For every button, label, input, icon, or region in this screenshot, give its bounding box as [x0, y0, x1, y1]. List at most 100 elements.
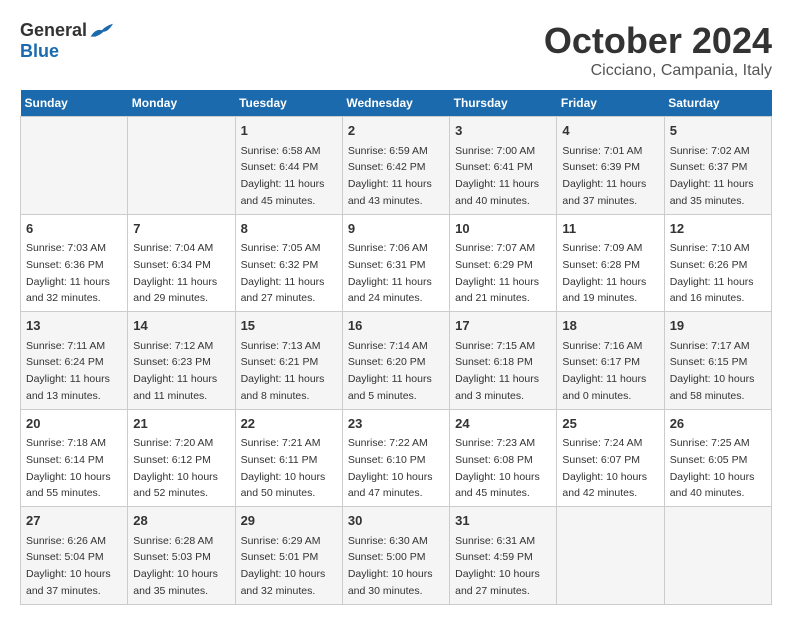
- calendar-day-cell: 17 Sunrise: 7:15 AM Sunset: 6:18 PM Dayli…: [450, 312, 557, 410]
- calendar-week-row: 20 Sunrise: 7:18 AM Sunset: 6:14 PM Dayli…: [21, 409, 772, 507]
- logo-blue-text: Blue: [20, 41, 59, 62]
- day-number: 17: [455, 316, 551, 336]
- day-number: 31: [455, 511, 551, 531]
- day-info: Sunrise: 6:31 AM Sunset: 4:59 PM Dayligh…: [455, 535, 540, 597]
- calendar-day-cell: 30 Sunrise: 6:30 AM Sunset: 5:00 PM Dayli…: [342, 507, 449, 605]
- logo: General Blue: [20, 20, 113, 62]
- day-number: 30: [348, 511, 444, 531]
- day-info: Sunrise: 7:05 AM Sunset: 6:32 PM Dayligh…: [241, 242, 325, 304]
- day-of-week-header: Monday: [128, 90, 235, 117]
- day-number: 19: [670, 316, 766, 336]
- day-info: Sunrise: 6:26 AM Sunset: 5:04 PM Dayligh…: [26, 535, 111, 597]
- header-row: SundayMondayTuesdayWednesdayThursdayFrid…: [21, 90, 772, 117]
- day-of-week-header: Thursday: [450, 90, 557, 117]
- day-info: Sunrise: 7:02 AM Sunset: 6:37 PM Dayligh…: [670, 145, 754, 207]
- day-number: 1: [241, 121, 337, 141]
- calendar-day-cell: 1 Sunrise: 6:58 AM Sunset: 6:44 PM Daylig…: [235, 117, 342, 215]
- day-number: 16: [348, 316, 444, 336]
- day-info: Sunrise: 7:14 AM Sunset: 6:20 PM Dayligh…: [348, 340, 432, 402]
- calendar-day-cell: 26Sunrise: 7:25 AM Sunset: 6:05 PM Dayli…: [664, 409, 771, 507]
- day-info: Sunrise: 7:11 AM Sunset: 6:24 PM Dayligh…: [26, 340, 110, 402]
- day-number: 13: [26, 316, 122, 336]
- calendar-week-row: 27 Sunrise: 6:26 AM Sunset: 5:04 PM Dayli…: [21, 507, 772, 605]
- day-info: Sunrise: 7:07 AM Sunset: 6:29 PM Dayligh…: [455, 242, 539, 304]
- calendar-week-row: 1 Sunrise: 6:58 AM Sunset: 6:44 PM Daylig…: [21, 117, 772, 215]
- day-info: Sunrise: 7:13 AM Sunset: 6:21 PM Dayligh…: [241, 340, 325, 402]
- day-info: Sunrise: 7:03 AM Sunset: 6:36 PM Dayligh…: [26, 242, 110, 304]
- calendar-day-cell: 21 Sunrise: 7:20 AM Sunset: 6:12 PM Dayli…: [128, 409, 235, 507]
- day-number: 20: [26, 414, 122, 434]
- day-info: Sunrise: 7:25 AM Sunset: 6:05 PM Dayligh…: [670, 437, 755, 499]
- calendar-day-cell: 8 Sunrise: 7:05 AM Sunset: 6:32 PM Daylig…: [235, 214, 342, 312]
- day-info: Sunrise: 6:58 AM Sunset: 6:44 PM Dayligh…: [241, 145, 325, 207]
- calendar-day-cell: 31 Sunrise: 6:31 AM Sunset: 4:59 PM Dayli…: [450, 507, 557, 605]
- day-info: Sunrise: 7:09 AM Sunset: 6:28 PM Dayligh…: [562, 242, 646, 304]
- day-of-week-header: Wednesday: [342, 90, 449, 117]
- calendar-table: SundayMondayTuesdayWednesdayThursdayFrid…: [20, 90, 772, 605]
- day-number: 15: [241, 316, 337, 336]
- calendar-day-cell: [557, 507, 664, 605]
- day-info: Sunrise: 7:10 AM Sunset: 6:26 PM Dayligh…: [670, 242, 754, 304]
- day-number: 29: [241, 511, 337, 531]
- day-info: Sunrise: 7:23 AM Sunset: 6:08 PM Dayligh…: [455, 437, 540, 499]
- calendar-day-cell: 9Sunrise: 7:06 AM Sunset: 6:31 PM Daylig…: [342, 214, 449, 312]
- calendar-day-cell: 13 Sunrise: 7:11 AM Sunset: 6:24 PM Dayli…: [21, 312, 128, 410]
- calendar-day-cell: [128, 117, 235, 215]
- day-of-week-header: Tuesday: [235, 90, 342, 117]
- calendar-day-cell: 25Sunrise: 7:24 AM Sunset: 6:07 PM Dayli…: [557, 409, 664, 507]
- calendar-day-cell: 28 Sunrise: 6:28 AM Sunset: 5:03 PM Dayli…: [128, 507, 235, 605]
- day-info: Sunrise: 7:00 AM Sunset: 6:41 PM Dayligh…: [455, 145, 539, 207]
- calendar-day-cell: 29 Sunrise: 6:29 AM Sunset: 5:01 PM Dayli…: [235, 507, 342, 605]
- title-block: October 2024 Cicciano, Campania, Italy: [544, 20, 772, 80]
- calendar-day-cell: 5 Sunrise: 7:02 AM Sunset: 6:37 PM Daylig…: [664, 117, 771, 215]
- day-number: 12: [670, 219, 766, 239]
- day-number: 4: [562, 121, 658, 141]
- page-header: General Blue October 2024 Cicciano, Camp…: [20, 20, 772, 80]
- day-number: 7: [133, 219, 229, 239]
- calendar-day-cell: 19 Sunrise: 7:17 AM Sunset: 6:15 PM Dayli…: [664, 312, 771, 410]
- calendar-day-cell: 14Sunrise: 7:12 AM Sunset: 6:23 PM Dayli…: [128, 312, 235, 410]
- calendar-body: 1 Sunrise: 6:58 AM Sunset: 6:44 PM Daylig…: [21, 117, 772, 605]
- day-number: 11: [562, 219, 658, 239]
- day-info: Sunrise: 7:21 AM Sunset: 6:11 PM Dayligh…: [241, 437, 326, 499]
- calendar-day-cell: 24Sunrise: 7:23 AM Sunset: 6:08 PM Dayli…: [450, 409, 557, 507]
- day-of-week-header: Friday: [557, 90, 664, 117]
- day-number: 10: [455, 219, 551, 239]
- day-number: 21: [133, 414, 229, 434]
- day-info: Sunrise: 7:06 AM Sunset: 6:31 PM Dayligh…: [348, 242, 432, 304]
- calendar-day-cell: 3 Sunrise: 7:00 AM Sunset: 6:41 PM Daylig…: [450, 117, 557, 215]
- day-number: 28: [133, 511, 229, 531]
- day-info: Sunrise: 7:01 AM Sunset: 6:39 PM Dayligh…: [562, 145, 646, 207]
- day-number: 8: [241, 219, 337, 239]
- day-info: Sunrise: 7:04 AM Sunset: 6:34 PM Dayligh…: [133, 242, 217, 304]
- day-info: Sunrise: 7:12 AM Sunset: 6:23 PM Dayligh…: [133, 340, 217, 402]
- calendar-day-cell: 11 Sunrise: 7:09 AM Sunset: 6:28 PM Dayli…: [557, 214, 664, 312]
- calendar-day-cell: 20 Sunrise: 7:18 AM Sunset: 6:14 PM Dayli…: [21, 409, 128, 507]
- calendar-day-cell: 7 Sunrise: 7:04 AM Sunset: 6:34 PM Daylig…: [128, 214, 235, 312]
- calendar-week-row: 13 Sunrise: 7:11 AM Sunset: 6:24 PM Dayli…: [21, 312, 772, 410]
- calendar-day-cell: 22 Sunrise: 7:21 AM Sunset: 6:11 PM Dayli…: [235, 409, 342, 507]
- calendar-day-cell: 4 Sunrise: 7:01 AM Sunset: 6:39 PM Daylig…: [557, 117, 664, 215]
- calendar-day-cell: [664, 507, 771, 605]
- day-info: Sunrise: 6:29 AM Sunset: 5:01 PM Dayligh…: [241, 535, 326, 597]
- location-text: Cicciano, Campania, Italy: [544, 62, 772, 80]
- day-number: 3: [455, 121, 551, 141]
- day-info: Sunrise: 6:30 AM Sunset: 5:00 PM Dayligh…: [348, 535, 433, 597]
- day-number: 27: [26, 511, 122, 531]
- logo-bird-icon: [89, 22, 113, 40]
- day-number: 18: [562, 316, 658, 336]
- day-number: 2: [348, 121, 444, 141]
- day-info: Sunrise: 7:17 AM Sunset: 6:15 PM Dayligh…: [670, 340, 755, 402]
- day-info: Sunrise: 6:28 AM Sunset: 5:03 PM Dayligh…: [133, 535, 218, 597]
- day-number: 5: [670, 121, 766, 141]
- calendar-day-cell: 2Sunrise: 6:59 AM Sunset: 6:42 PM Daylig…: [342, 117, 449, 215]
- month-title: October 2024: [544, 20, 772, 62]
- day-info: Sunrise: 7:16 AM Sunset: 6:17 PM Dayligh…: [562, 340, 646, 402]
- day-info: Sunrise: 7:15 AM Sunset: 6:18 PM Dayligh…: [455, 340, 539, 402]
- calendar-day-cell: 12 Sunrise: 7:10 AM Sunset: 6:26 PM Dayli…: [664, 214, 771, 312]
- day-number: 22: [241, 414, 337, 434]
- day-info: Sunrise: 7:20 AM Sunset: 6:12 PM Dayligh…: [133, 437, 218, 499]
- day-info: Sunrise: 7:18 AM Sunset: 6:14 PM Dayligh…: [26, 437, 111, 499]
- calendar-day-cell: 10 Sunrise: 7:07 AM Sunset: 6:29 PM Dayli…: [450, 214, 557, 312]
- day-of-week-header: Sunday: [21, 90, 128, 117]
